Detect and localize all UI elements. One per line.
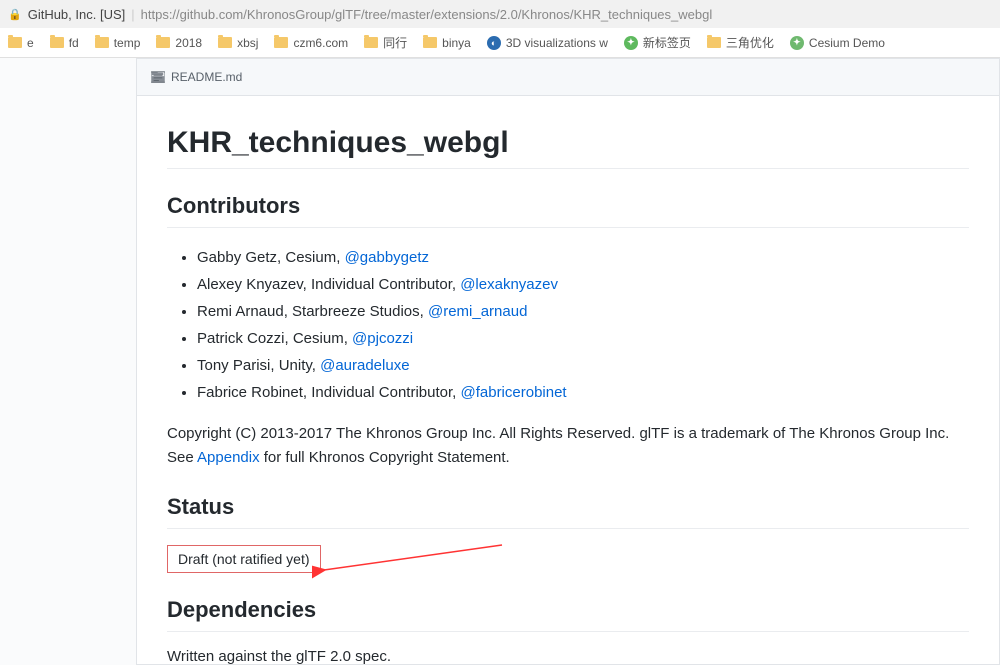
contributor-handle-link[interactable]: @auradeluxe	[320, 357, 409, 374]
contributor-name: Fabrice Robinet, Individual Contributor,	[197, 384, 460, 401]
bookmark-label: temp	[114, 36, 141, 50]
contributor-handle-link[interactable]: @pjcozzi	[352, 330, 413, 347]
readme-icon	[151, 70, 165, 84]
file-name[interactable]: README.md	[171, 70, 242, 84]
readme-body: KHR_techniques_webgl Contributors Gabby …	[137, 96, 999, 665]
contributor-name: Tony Parisi, Unity,	[197, 357, 320, 374]
bookmark-label: 3D visualizations w	[506, 36, 608, 50]
bookmark-item[interactable]: binya	[423, 36, 471, 50]
bookmark-label: 三角优化	[726, 34, 774, 51]
copyright-text: Copyright (C) 2013-2017 The Khronos Grou…	[167, 422, 969, 470]
bookmark-label: xbsj	[237, 36, 258, 50]
bookmark-label: czm6.com	[293, 36, 348, 50]
page-title: KHR_techniques_webgl	[167, 126, 969, 169]
copyright-post: for full Khronos Copyright Statement.	[260, 449, 510, 466]
file-header: README.md	[137, 58, 999, 96]
contributor-name: Alexey Knyazev, Individual Contributor,	[197, 276, 460, 293]
bookmark-item[interactable]: 2018	[156, 36, 202, 50]
bookmark-label: fd	[69, 36, 79, 50]
page-content: README.md KHR_techniques_webgl Contribut…	[0, 58, 1000, 665]
folder-icon	[8, 37, 22, 48]
folder-icon	[50, 37, 64, 48]
favicon-icon: ✦	[624, 36, 638, 50]
bookmark-item[interactable]: ✦ Cesium Demo	[790, 36, 885, 50]
status-wrapper: Draft (not ratified yet)	[167, 545, 969, 573]
bookmark-item[interactable]: ◐ 3D visualizations w	[487, 36, 608, 50]
bookmark-label: Cesium Demo	[809, 36, 885, 50]
bookmarks-bar: e fd temp 2018 xbsj czm6.com 同行 binya ◐ 3D visual…	[0, 28, 1000, 58]
contributors-heading: Contributors	[167, 193, 969, 228]
contributor-name: Gabby Getz, Cesium,	[197, 249, 345, 266]
status-heading: Status	[167, 494, 969, 529]
lock-icon: 🔒	[8, 8, 22, 21]
bookmark-item[interactable]: xbsj	[218, 36, 258, 50]
bookmark-item[interactable]: 同行	[364, 34, 407, 51]
readme-card: README.md KHR_techniques_webgl Contribut…	[136, 58, 1000, 665]
bookmark-item[interactable]: ✦ 新标签页	[624, 34, 691, 51]
contributor-handle-link[interactable]: @lexaknyazev	[460, 276, 558, 293]
folder-icon	[218, 37, 232, 48]
contributor-handle-link[interactable]: @fabricerobinet	[460, 384, 566, 401]
contributor-name: Remi Arnaud, Starbreeze Studios,	[197, 303, 428, 320]
bookmark-item[interactable]: temp	[95, 36, 141, 50]
bookmark-item[interactable]: fd	[50, 36, 79, 50]
bookmark-label: 同行	[383, 34, 407, 51]
bookmark-label: e	[27, 36, 34, 50]
bookmark-label: binya	[442, 36, 471, 50]
contributor-handle-link[interactable]: @gabbygetz	[345, 249, 429, 266]
bookmark-item[interactable]: 三角优化	[707, 34, 774, 51]
contributors-list: Gabby Getz, Cesium, @gabbygetzAlexey Kny…	[167, 244, 969, 406]
separator: |	[131, 7, 134, 22]
list-item: Gabby Getz, Cesium, @gabbygetz	[197, 244, 969, 271]
list-item: Fabrice Robinet, Individual Contributor,…	[197, 379, 969, 406]
bookmark-label: 2018	[175, 36, 202, 50]
list-item: Tony Parisi, Unity, @auradeluxe	[197, 352, 969, 379]
folder-icon	[274, 37, 288, 48]
annotation-arrow-icon	[312, 535, 512, 585]
status-badge: Draft (not ratified yet)	[167, 545, 321, 573]
contributor-name: Patrick Cozzi, Cesium,	[197, 330, 352, 347]
bookmark-item[interactable]: czm6.com	[274, 36, 348, 50]
bookmark-item[interactable]: e	[8, 36, 34, 50]
favicon-icon: ✦	[790, 36, 804, 50]
favicon-icon: ◐	[487, 36, 501, 50]
appendix-link[interactable]: Appendix	[197, 449, 260, 466]
contributor-handle-link[interactable]: @remi_arnaud	[428, 303, 527, 320]
site-identity: GitHub, Inc. [US]	[28, 7, 126, 22]
dependencies-text: Written against the glTF 2.0 spec.	[167, 648, 969, 665]
folder-icon	[364, 37, 378, 48]
list-item: Alexey Knyazev, Individual Contributor, …	[197, 271, 969, 298]
list-item: Patrick Cozzi, Cesium, @pjcozzi	[197, 325, 969, 352]
list-item: Remi Arnaud, Starbreeze Studios, @remi_a…	[197, 298, 969, 325]
folder-icon	[156, 37, 170, 48]
folder-icon	[423, 37, 437, 48]
address-bar: 🔒 GitHub, Inc. [US] | https://github.com…	[0, 0, 1000, 28]
folder-icon	[95, 37, 109, 48]
dependencies-heading: Dependencies	[167, 597, 969, 632]
url-text[interactable]: https://github.com/KhronosGroup/glTF/tre…	[141, 7, 713, 22]
bookmark-label: 新标签页	[643, 34, 691, 51]
folder-icon	[707, 37, 721, 48]
